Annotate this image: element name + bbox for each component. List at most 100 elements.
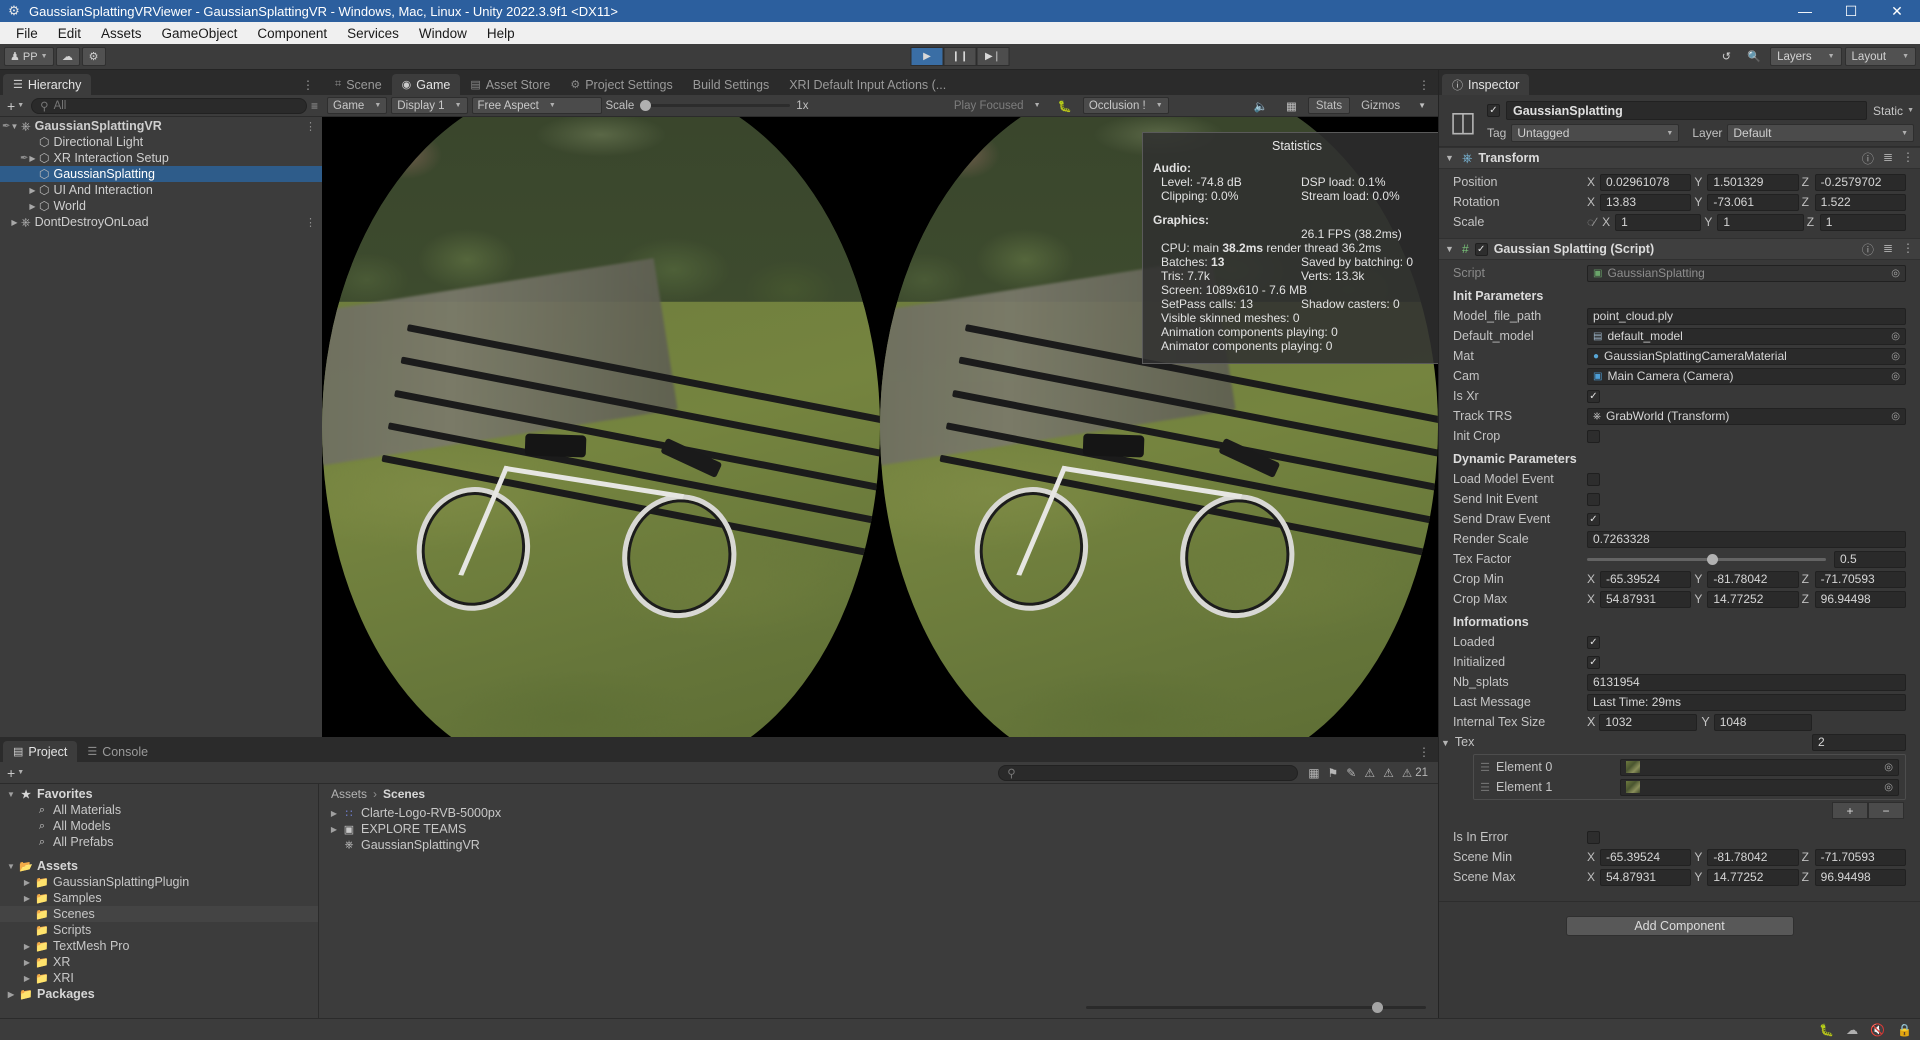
model-file-path-input[interactable]: point_cloud.ply <box>1587 307 1906 325</box>
project-tree-item-packages[interactable]: ▶ 📁 Packages <box>0 986 318 1002</box>
component-header-transform[interactable]: ▼ ⎈ Transform ⓘ ≣ ⋮ <box>1439 147 1920 169</box>
array-add-button[interactable]: + <box>1832 802 1868 819</box>
cloud-button[interactable]: ☁ <box>55 47 80 66</box>
help-icon[interactable]: ⓘ <box>1862 150 1874 167</box>
scale-handle[interactable] <box>640 100 652 111</box>
object-picker-icon[interactable]: ◎ <box>1884 762 1893 773</box>
step-button[interactable]: ▶❘ <box>976 47 1010 66</box>
project-tree-item-textmesh-pro[interactable]: ▶ 📁 TextMesh Pro <box>0 938 318 954</box>
hierarchy-item-dontdestroyonload[interactable]: ▶ ⎈ DontDestroyOnLoad ⋮ <box>0 214 322 230</box>
array-remove-button[interactable]: − <box>1868 802 1904 819</box>
project-tree-item-all-models[interactable]: ▶⌕All Models <box>0 818 318 834</box>
tab-scene[interactable]: ⌗ Scene <box>325 74 392 95</box>
project-tree-item-scenes[interactable]: ▶📁Scenes <box>0 906 318 922</box>
is-xr-checkbox[interactable]: ✓ <box>1587 389 1600 403</box>
window-controls[interactable]: — ☐ ✕ <box>1782 0 1920 22</box>
tex-factor-value-input[interactable]: 0.5 <box>1834 550 1906 568</box>
play-focused-dropdown[interactable]: Play Focused ▼ <box>948 97 1047 114</box>
hierarchy-item-xr-interaction-setup[interactable]: ✒ ▶ ⬡ XR Interaction Setup <box>0 150 322 166</box>
bug-icon[interactable]: 🐛 <box>1051 97 1079 114</box>
project-tree-item-samples[interactable]: ▶ 📁 Samples <box>0 890 318 906</box>
tab-inspector[interactable]: ⓘ Inspector <box>1442 74 1530 95</box>
warning-badge[interactable]: ⚠ 21 <box>1402 766 1428 780</box>
menu-item-edit[interactable]: Edit <box>48 24 91 43</box>
chevron-right-icon[interactable]: ▶ <box>4 990 18 999</box>
asset-item-gaussiansplattingvr[interactable]: ▶⎈GaussianSplattingVR <box>319 837 1438 853</box>
game-view-canvas[interactable]: Statistics Audio: Level: -74.8 dB DSP lo… <box>322 117 1438 737</box>
project-panel-menu[interactable]: ⋮ <box>1418 745 1438 762</box>
tex-element-0-field[interactable]: ◎ <box>1620 758 1899 776</box>
crop-max-y-input[interactable]: 14.77252 <box>1707 590 1799 608</box>
project-tree-item-favorites[interactable]: ▼ ★ Favorites <box>0 786 318 802</box>
account-button[interactable]: ♟ PP ▼ <box>4 47 54 66</box>
object-picker-icon[interactable]: ◎ <box>1884 782 1893 793</box>
position-x-input[interactable]: 0.02961078 <box>1600 173 1692 191</box>
initialized-checkbox[interactable]: ✓ <box>1587 655 1600 669</box>
chevron-down-icon[interactable]: ▼ <box>1445 244 1456 254</box>
project-search-input[interactable]: ⚲ <box>998 764 1299 781</box>
search-by-label-icon[interactable]: ⚑ <box>1328 766 1339 780</box>
menu-item-help[interactable]: Help <box>477 24 525 43</box>
services-settings-button[interactable]: ⚙ <box>81 47 106 66</box>
crop-min-x-input[interactable]: -65.39524 <box>1600 570 1692 588</box>
scene-min-y-input[interactable]: -81.78042 <box>1707 848 1799 866</box>
crop-min-z-input[interactable]: -71.70593 <box>1814 570 1906 588</box>
tab-console[interactable]: ☰ Console <box>77 741 158 762</box>
scale-x-input[interactable]: 1 <box>1615 213 1702 231</box>
hierarchy-item-gaussiansplattingvr[interactable]: ✒ ▼ ⎈ GaussianSplattingVR ⋮ <box>0 118 322 134</box>
gameobject-enabled-checkbox[interactable]: ✓ <box>1487 104 1500 117</box>
last-message-input[interactable]: Last Time: 29ms <box>1587 693 1906 711</box>
mute-status-icon[interactable]: 🔇 <box>1870 1023 1885 1037</box>
scene-menu-icon[interactable]: ⋮ <box>305 216 316 229</box>
hierarchy-add-button[interactable]: + ▼ <box>4 98 27 114</box>
chevron-down-icon[interactable]: ▼ <box>1441 738 1450 748</box>
bug-collapse-icon[interactable]: 🐛 <box>1819 1023 1834 1037</box>
scene-menu-icon[interactable]: ⋮ <box>305 120 316 133</box>
tab-project-settings[interactable]: ⚙ Project Settings <box>560 74 682 95</box>
hierarchy-tree[interactable]: ✒▼⎈GaussianSplattingVR⋮▶⬡Directional Lig… <box>0 117 322 737</box>
scale-y-input[interactable]: 1 <box>1717 213 1804 231</box>
preset-icon[interactable]: ≣ <box>1883 150 1893 167</box>
hierarchy-item-directional-light[interactable]: ▶⬡Directional Light <box>0 134 322 150</box>
project-folder-tree[interactable]: ▼★Favorites▶⌕All Materials▶⌕All Models▶⌕… <box>0 784 319 1018</box>
default-model-field[interactable]: ▤ default_model ◎ <box>1587 327 1906 345</box>
constrain-proportions-off-icon[interactable]: ◌∕ <box>1587 215 1596 229</box>
mute-audio-icon[interactable]: 🔈 <box>1247 97 1275 114</box>
menu-item-services[interactable]: Services <box>337 24 409 43</box>
scale-z-input[interactable]: 1 <box>1819 213 1906 231</box>
chevron-right-icon[interactable]: ▶ <box>20 942 34 951</box>
project-content-pane[interactable]: Assets › Scenes ▶ ∷ Clarte-Logo-RVB-5000px ▶ ▣… <box>319 784 1438 1018</box>
project-tree-item-assets[interactable]: ▼ 📂 Assets <box>0 858 318 874</box>
object-picker-icon[interactable]: ◎ <box>1891 268 1900 279</box>
tex-element-1-field[interactable]: ◎ <box>1620 778 1899 796</box>
breadcrumb-item-assets[interactable]: Assets <box>331 787 367 801</box>
tex-factor-slider[interactable] <box>1587 553 1826 565</box>
tab-project[interactable]: ▤ Project <box>3 741 78 762</box>
log-icon[interactable]: ✎ <box>1346 766 1356 780</box>
tag-dropdown[interactable]: Untagged ▼ <box>1511 124 1680 142</box>
object-picker-icon[interactable]: ◎ <box>1891 331 1900 342</box>
gizmos-toggle[interactable]: Gizmos <box>1354 97 1407 114</box>
tex-factor-handle[interactable] <box>1706 553 1718 565</box>
position-z-input[interactable]: -0.2579702 <box>1814 173 1906 191</box>
script-reference-field[interactable]: ▣ GaussianSplatting ◎ <box>1587 264 1906 282</box>
maximize-button[interactable]: ☐ <box>1828 0 1874 22</box>
project-tree-item-scripts[interactable]: ▶📁Scripts <box>0 922 318 938</box>
chevron-right-icon[interactable]: ▶ <box>20 958 34 967</box>
loaded-checkbox[interactable]: ✓ <box>1587 635 1600 649</box>
chevron-right-icon[interactable]: ▶ <box>20 974 34 983</box>
display-dropdown[interactable]: Display 1 ▼ <box>391 97 468 114</box>
project-tabrow[interactable]: ▤ Project ☰ Console ⋮ <box>0 737 1438 762</box>
project-tree-item-all-materials[interactable]: ▶⌕All Materials <box>0 802 318 818</box>
is-in-error-checkbox[interactable]: ✓ <box>1587 830 1600 844</box>
chevron-right-icon[interactable]: ▶ <box>20 878 34 887</box>
scale-slider[interactable]: Scale 1x <box>606 100 809 112</box>
chevron-right-icon[interactable]: ▶ <box>26 202 39 211</box>
chevron-right-icon[interactable]: ▶ <box>26 186 39 195</box>
center-tabrow[interactable]: ⌗ Scene ◉ Game ▤ Asset Store ⚙ Project Settings… <box>322 70 1438 95</box>
scene-min-z-input[interactable]: -71.70593 <box>1814 848 1906 866</box>
pause-button[interactable]: ❙❙ <box>943 47 977 66</box>
search-by-type-icon[interactable]: ▦ <box>1308 766 1319 780</box>
scale-track[interactable] <box>640 100 791 111</box>
hierarchy-filter-icon[interactable]: ≡ <box>311 99 318 113</box>
